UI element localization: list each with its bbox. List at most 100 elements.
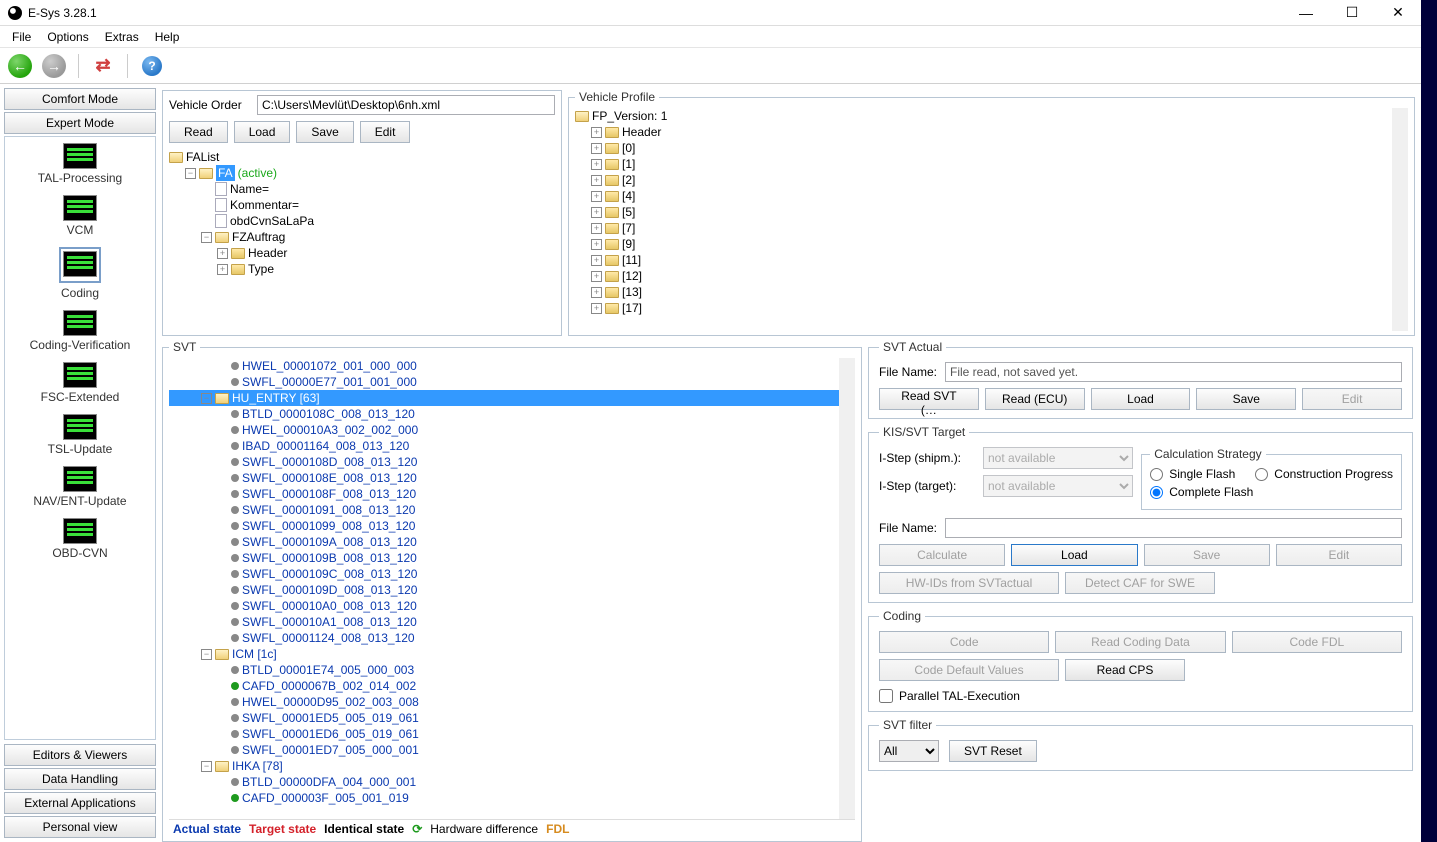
svt-item[interactable]: SWFL_0000109B_008_013_120 [242,550,417,566]
tool-vcm[interactable]: VCM [7,195,153,237]
svt-node-icm[interactable]: −ICM [1c] [169,646,839,662]
expand-icon[interactable]: + [591,287,602,298]
kis-load-button[interactable]: Load [1011,544,1137,566]
svt-reset-button[interactable]: SVT Reset [949,740,1037,762]
parallel-tal-checkbox[interactable]: Parallel TAL-Execution [879,689,1402,703]
vp-item[interactable]: [5] [622,204,635,220]
vp-item[interactable]: [17] [622,300,642,316]
collapse-icon[interactable]: − [185,168,196,179]
expand-icon[interactable]: + [591,159,602,170]
vp-item[interactable]: [0] [622,140,635,156]
svt-node-hu-entry[interactable]: −HU_ENTRY [63] [169,390,839,406]
vo-load-button[interactable]: Load [234,121,291,143]
kis-filename-input[interactable] [945,518,1402,538]
personal-view-button[interactable]: Personal view [4,816,156,838]
tool-fsc-extended[interactable]: FSC-Extended [7,362,153,404]
svt-item[interactable]: HWEL_000010A3_002_002_000 [242,422,418,438]
tool-obd-cvn[interactable]: OBD-CVN [7,518,153,560]
radio-complete-flash[interactable]: Complete Flash [1150,485,1393,499]
svt-item[interactable]: IBAD_00001164_008_013_120 [242,438,409,454]
expand-icon[interactable]: + [217,248,228,259]
svt-item[interactable]: SWFL_0000109A_008_013_120 [242,534,417,550]
window-maximize[interactable]: ☐ [1329,0,1375,26]
svt-actual-filename[interactable] [945,362,1402,382]
window-close[interactable]: ✕ [1375,0,1421,26]
scrollbar-thumb[interactable] [1394,110,1406,128]
svt-item[interactable]: BTLD_00000DFA_004_000_001 [242,774,416,790]
svt-item[interactable]: SWFL_00000E77_001_001_000 [242,374,417,390]
expand-icon[interactable]: + [591,255,602,266]
svt-item[interactable]: SWFL_0000108E_008_013_120 [242,470,417,486]
expand-icon[interactable]: + [591,223,602,234]
vp-item[interactable]: [4] [622,188,635,204]
tool-nav-ent-update[interactable]: NAV/ENT-Update [7,466,153,508]
svt-item[interactable]: HWEL_00001072_001_000_000 [242,358,417,374]
vp-item[interactable]: [13] [622,284,642,300]
help-button[interactable]: ? [138,52,166,80]
vp-tree[interactable]: FP_Version: 1 +Header +[0]+[1]+[2]+[4]+[… [575,108,1408,331]
vp-item[interactable]: [11] [622,252,641,268]
data-handling-button[interactable]: Data Handling [4,768,156,790]
svt-item[interactable]: SWFL_00001099_008_013_120 [242,518,415,534]
svt-item[interactable]: SWFL_0000109D_008_013_120 [242,582,417,598]
vp-item[interactable]: [7] [622,220,635,236]
read-cps-button[interactable]: Read CPS [1065,659,1185,681]
vo-path-input[interactable] [257,95,555,115]
svt-item[interactable]: SWFL_00001ED5_005_019_061 [242,710,419,726]
vp-item[interactable]: [12] [622,268,642,284]
expand-icon[interactable]: + [591,207,602,218]
expand-icon[interactable]: + [591,175,602,186]
collapse-icon[interactable]: − [201,761,212,772]
comfort-mode-button[interactable]: Comfort Mode [4,88,156,110]
back-button[interactable]: ← [6,52,34,80]
svt-save-button[interactable]: Save [1196,388,1296,410]
vp-item[interactable]: [1] [622,156,635,172]
svt-item[interactable]: SWFL_0000109C_008_013_120 [242,566,417,582]
tool-coding-verification[interactable]: Coding-Verification [7,310,153,352]
vo-save-button[interactable]: Save [296,121,353,143]
svt-item[interactable]: SWFL_00001ED6_005_019_061 [242,726,419,742]
tool-tal-processing[interactable]: TAL-Processing [7,143,153,185]
vp-item[interactable]: [2] [622,172,635,188]
svt-item[interactable]: BTLD_0000108C_008_013_120 [242,406,415,422]
vp-item[interactable]: [9] [622,236,635,252]
collapse-icon[interactable]: − [201,649,212,660]
expand-icon[interactable]: + [591,191,602,202]
expand-icon[interactable]: + [217,264,228,275]
vo-read-button[interactable]: Read [169,121,228,143]
svt-item[interactable]: SWFL_00001ED7_005_000_001 [242,742,419,758]
vo-edit-button[interactable]: Edit [360,121,411,143]
radio-single-flash[interactable]: Single Flash [1150,467,1235,481]
svt-node-ihka[interactable]: −IHKA [78] [169,758,839,774]
menu-extras[interactable]: Extras [97,28,147,46]
svt-item[interactable]: BTLD_00001E74_005_000_003 [242,662,414,678]
menu-options[interactable]: Options [39,28,96,46]
expand-icon[interactable]: + [591,271,602,282]
external-applications-button[interactable]: External Applications [4,792,156,814]
read-svt-button[interactable]: Read SVT (… [879,388,979,410]
collapse-icon[interactable]: − [201,232,212,243]
svt-item[interactable]: SWFL_00001124_008_013_120 [242,630,415,646]
svt-item[interactable]: SWFL_000010A0_008_013_120 [242,598,417,614]
svt-item[interactable]: SWFL_000010A1_008_013_120 [242,614,417,630]
svt-filter-select[interactable]: All [879,740,939,762]
svt-item[interactable]: SWFL_00001091_008_013_120 [242,502,415,518]
svt-item[interactable]: SWFL_0000108F_008_013_120 [242,486,416,502]
svt-item[interactable]: CAFD_0000067B_002_014_002 [242,678,416,694]
svt-item[interactable]: HWEL_00000D95_002_003_008 [242,694,419,710]
radio-construction[interactable]: Construction Progress [1255,467,1393,481]
svt-tree[interactable]: HWEL_00001072_001_000_000SWFL_00000E77_0… [169,358,855,819]
svt-item[interactable]: CAFD_000003F_005_001_019 [242,790,409,806]
expand-icon[interactable]: + [591,239,602,250]
menu-file[interactable]: File [4,28,39,46]
connection-button[interactable]: ⇄ [89,52,117,80]
expand-icon[interactable]: + [591,127,602,138]
window-minimize[interactable]: — [1283,0,1329,26]
read-ecu-button[interactable]: Read (ECU) [985,388,1085,410]
tool-tsl-update[interactable]: TSL-Update [7,414,153,456]
menu-help[interactable]: Help [147,28,188,46]
collapse-icon[interactable]: − [201,393,212,404]
expert-mode-button[interactable]: Expert Mode [4,112,156,134]
svt-item[interactable]: SWFL_0000108D_008_013_120 [242,454,417,470]
expand-icon[interactable]: + [591,303,602,314]
